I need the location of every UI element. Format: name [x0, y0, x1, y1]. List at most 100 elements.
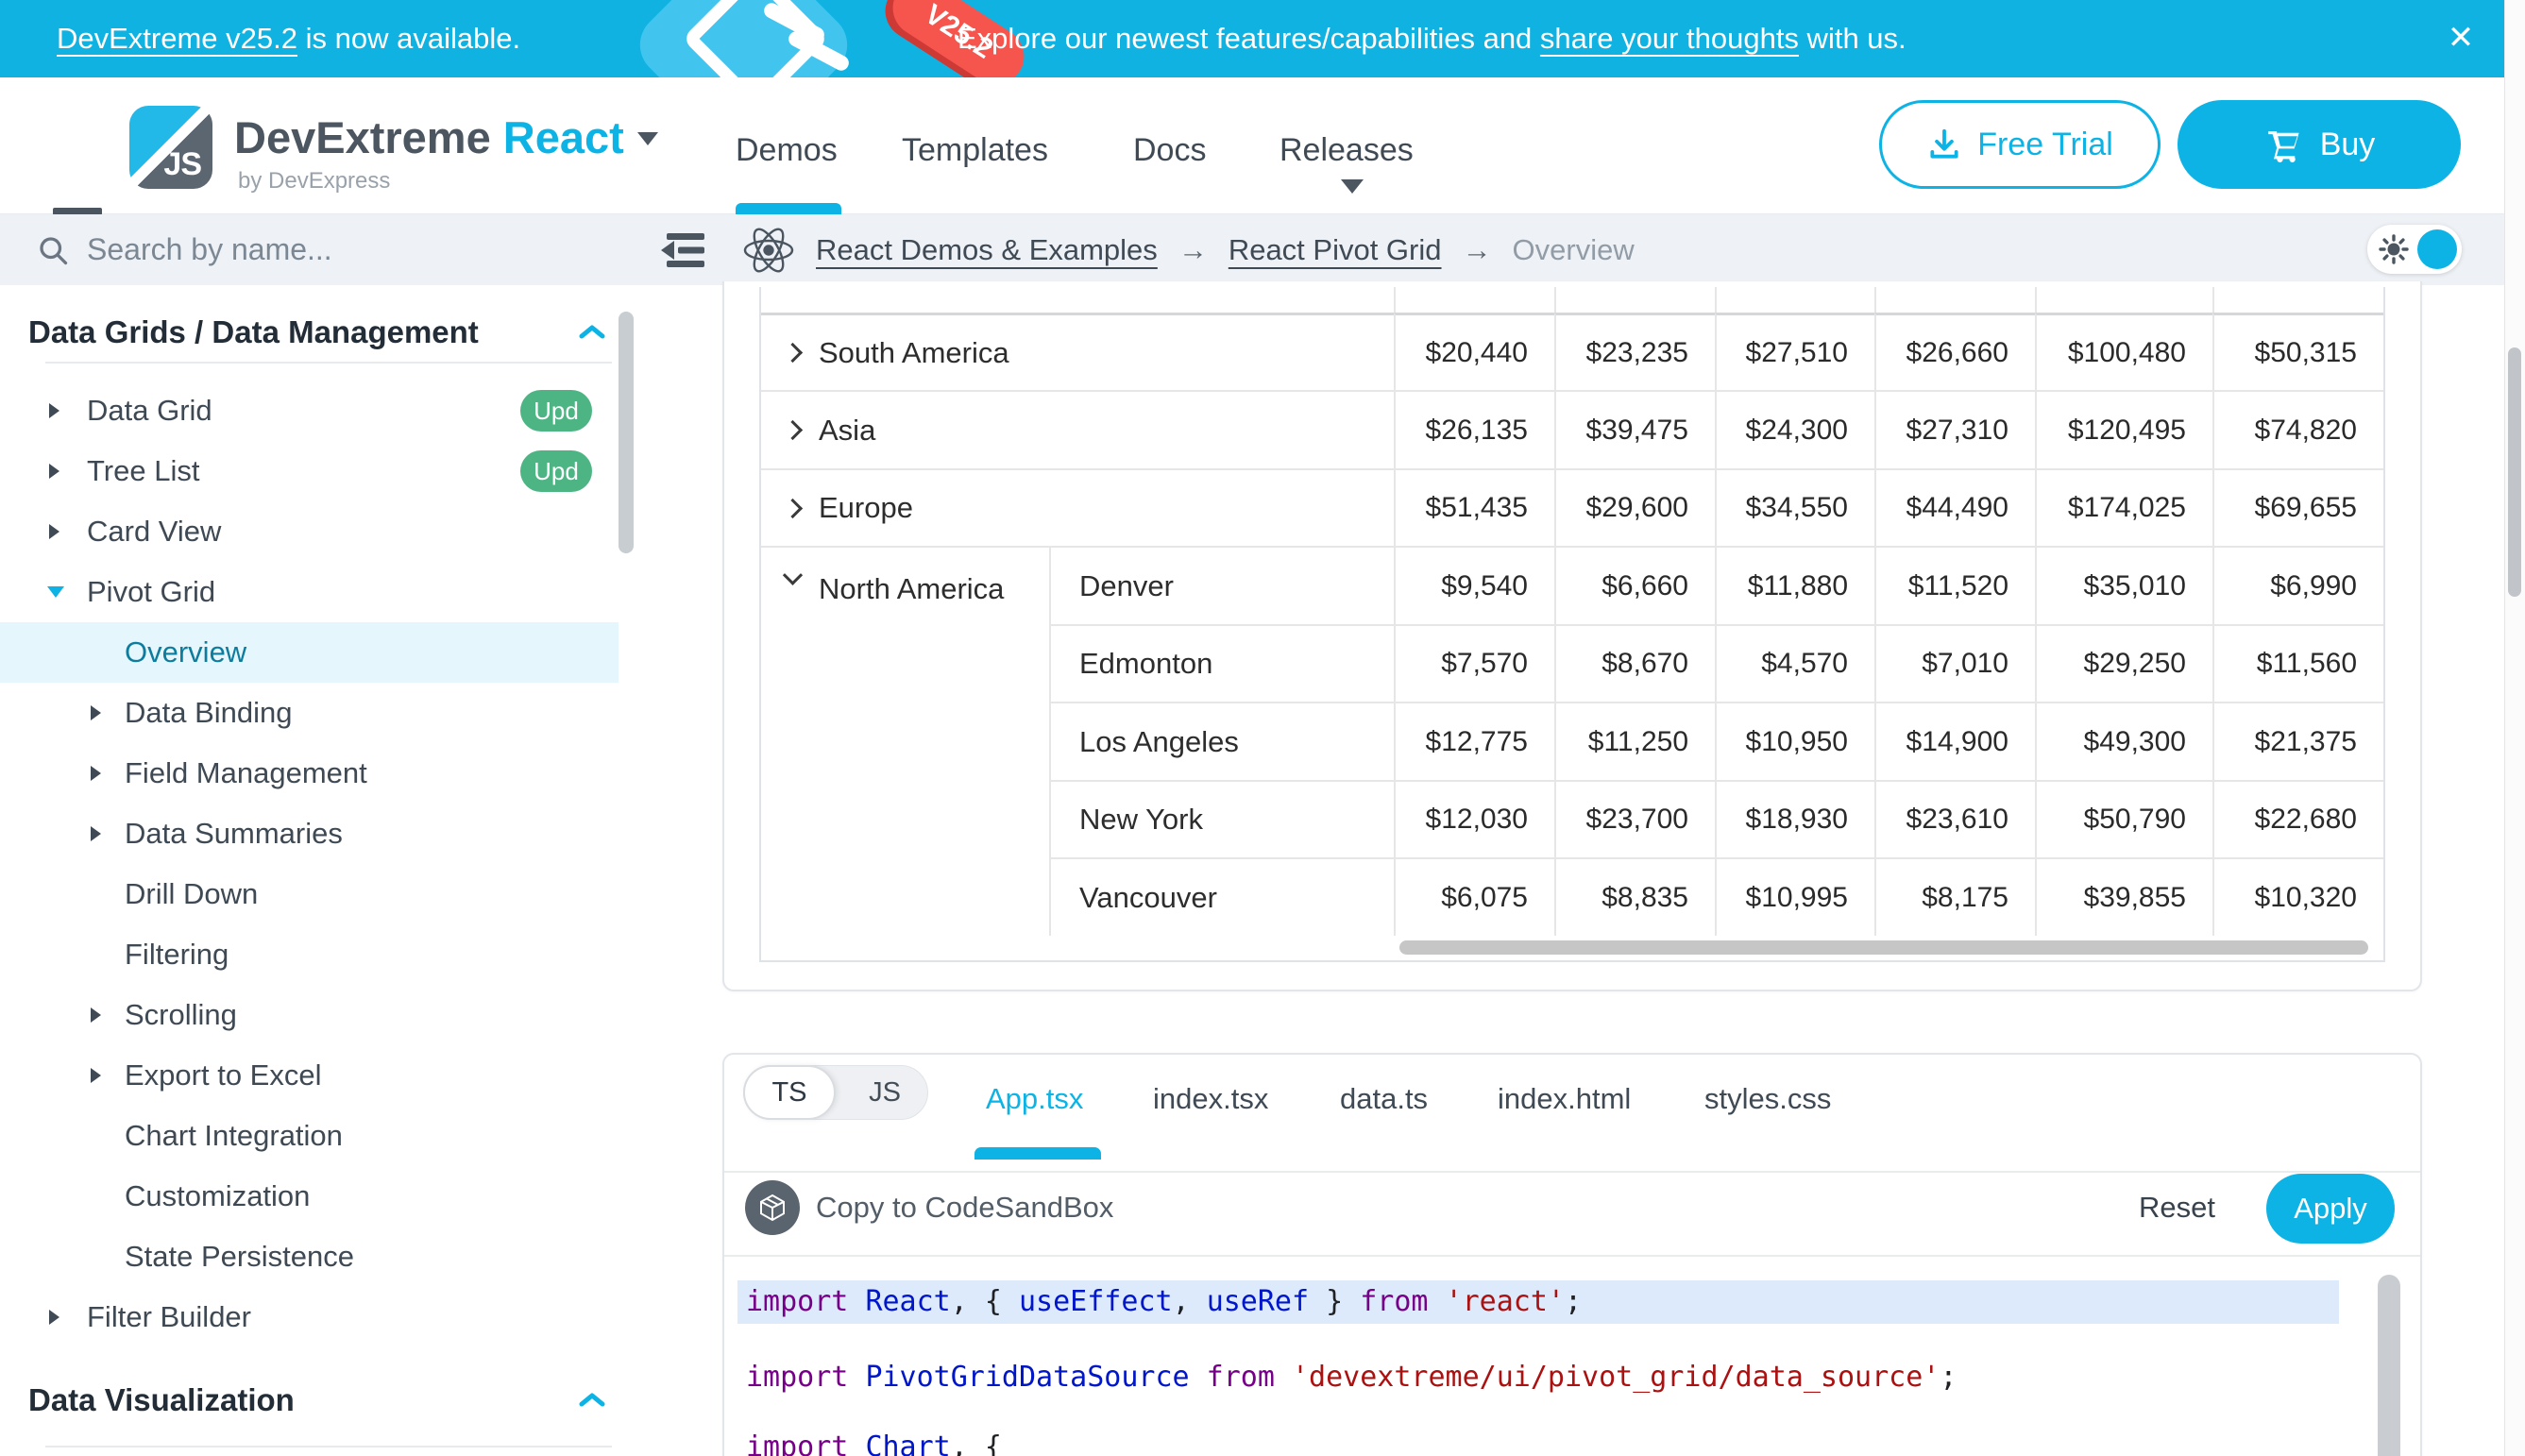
- collapse-arrow-icon[interactable]: [47, 586, 64, 598]
- sidebar-item-card-view[interactable]: Card View: [0, 501, 619, 562]
- pivot-value-cell: $11,250: [1554, 702, 1715, 780]
- expand-arrow-icon[interactable]: [49, 464, 59, 479]
- code-line: import PivotGridDataSource from 'devextr…: [746, 1356, 1957, 1399]
- theme-toggle[interactable]: [2367, 225, 2462, 274]
- sidebar-item-filtering[interactable]: Filtering: [0, 924, 619, 985]
- tab-index-html[interactable]: index.html: [1498, 1082, 1631, 1116]
- region-label: North America: [819, 572, 1004, 606]
- search-input[interactable]: Search by name...: [87, 214, 332, 285]
- sidebar-item-filter-builder[interactable]: Filter Builder: [0, 1287, 619, 1347]
- expand-arrow-icon[interactable]: [49, 1310, 59, 1325]
- expand-arrow-icon[interactable]: [91, 766, 101, 781]
- code-editor[interactable]: import React, { useEffect, useRef } from…: [724, 1257, 2377, 1456]
- page-scrollbar-thumb[interactable]: [2508, 347, 2521, 597]
- banner-left-text: DevExtreme v25.2 is now available.: [57, 0, 520, 77]
- pivot-value-cell: $100,480: [2035, 313, 2212, 390]
- banner-version-link[interactable]: DevExtreme v25.2: [57, 22, 297, 55]
- nav-docs[interactable]: Docs: [1133, 132, 1206, 169]
- pivot-hscroll-thumb[interactable]: [1399, 940, 2368, 955]
- code-token: [848, 1431, 865, 1456]
- expand-arrow-icon[interactable]: [91, 1068, 101, 1083]
- code-token: [848, 1285, 865, 1318]
- sidebar-item-export-to-excel[interactable]: Export to Excel: [0, 1045, 619, 1106]
- pivot-value-cell: $10,950: [1715, 702, 1874, 780]
- chevron-right-icon[interactable]: [783, 343, 803, 363]
- sidebar-item-label: Chart Integration: [125, 1119, 343, 1153]
- buy-button[interactable]: Buy: [2178, 100, 2461, 189]
- pivot-city-vancouver: Vancouver: [1049, 857, 1394, 936]
- sidebar-item-state-persistence[interactable]: State Persistence: [0, 1227, 619, 1287]
- sidebar-item-scrolling[interactable]: Scrolling: [0, 985, 619, 1045]
- language-toggle-ts[interactable]: TS: [743, 1065, 836, 1120]
- sidebar-section-data-visualization[interactable]: Data Visualization: [0, 1370, 619, 1431]
- sidebar-item-pivot-grid[interactable]: Pivot Grid: [0, 562, 619, 622]
- expand-arrow-icon[interactable]: [91, 705, 101, 720]
- chevron-down-icon[interactable]: [783, 566, 803, 585]
- devextreme-js-logo[interactable]: JS: [129, 106, 212, 189]
- code-token: 'devextreme/ui/pivot_grid/data_source': [1292, 1361, 1940, 1394]
- pivot-hscroll-track[interactable]: [1394, 936, 2383, 960]
- tab-index-tsx[interactable]: index.tsx: [1153, 1082, 1268, 1116]
- code-line: import React, { useEffect, useRef } from…: [737, 1280, 2339, 1324]
- free-trial-button[interactable]: Free Trial: [1879, 100, 2161, 189]
- expand-arrow-icon[interactable]: [91, 1007, 101, 1023]
- share-your-thoughts-link[interactable]: share your thoughts: [1540, 22, 1799, 55]
- sidebar-item-field-management[interactable]: Field Management: [0, 743, 619, 804]
- code-token: useRef: [1207, 1285, 1309, 1318]
- sidebar-item-label: Tree List: [87, 454, 199, 488]
- banner-close-icon[interactable]: ✕: [2432, 0, 2489, 77]
- chevron-right-icon[interactable]: [783, 420, 803, 440]
- apply-button[interactable]: Apply: [2266, 1174, 2395, 1244]
- nav-templates[interactable]: Templates: [902, 132, 1048, 169]
- pivot-value-cell: $39,855: [2035, 857, 2212, 936]
- pivot-row-europe[interactable]: Europe: [761, 468, 1394, 546]
- brand-title[interactable]: DevExtreme React: [234, 111, 658, 163]
- pivot-value-cell: $51,435: [1394, 468, 1554, 546]
- sidebar-item-data-binding[interactable]: Data Binding: [0, 683, 619, 743]
- nav-demos[interactable]: Demos: [736, 132, 838, 169]
- sidebar-scrollbar[interactable]: [619, 312, 634, 553]
- tab-app-tsx[interactable]: App.tsx: [986, 1082, 1083, 1116]
- nav-releases[interactable]: Releases: [1279, 132, 1414, 169]
- chevron-right-icon[interactable]: [783, 498, 803, 517]
- brand-byline: by DevExpress: [238, 168, 390, 195]
- pivot-row-north-america[interactable]: North America: [761, 546, 1049, 936]
- sidebar-item-drill-down[interactable]: Drill Down: [0, 864, 619, 924]
- sidebar-item-overview[interactable]: Overview: [0, 622, 619, 683]
- clipped-header-cell: [1874, 287, 2035, 313]
- active-tab-underline: [974, 1147, 1101, 1160]
- pivot-value-cell: $11,880: [1715, 546, 1874, 624]
- sidebar-item-data-summaries[interactable]: Data Summaries: [0, 804, 619, 864]
- tab-styles-css[interactable]: styles.css: [1704, 1082, 1831, 1116]
- code-token: from: [1360, 1285, 1428, 1318]
- pivot-value-cell: $8,670: [1554, 624, 1715, 702]
- expand-arrow-icon[interactable]: [49, 524, 59, 539]
- pivot-value-cell: $34,550: [1715, 468, 1874, 546]
- sidebar-section-data-grids[interactable]: Data Grids / Data Management: [0, 302, 619, 363]
- sidebar-item-customization[interactable]: Customization: [0, 1166, 619, 1227]
- pivot-value-cell: $6,660: [1554, 546, 1715, 624]
- page-scrollbar[interactable]: [2504, 0, 2525, 1456]
- reset-button[interactable]: Reset: [2139, 1171, 2215, 1244]
- expand-arrow-icon[interactable]: [91, 826, 101, 841]
- language-toggle-js[interactable]: JS: [850, 1066, 920, 1119]
- cart-icon: [2263, 125, 2303, 164]
- code-token: Chart: [865, 1431, 950, 1456]
- pivot-row-south-america[interactable]: South America: [761, 313, 1394, 390]
- language-toggle[interactable]: TS JS: [743, 1065, 928, 1120]
- pivot-row-asia[interactable]: Asia: [761, 390, 1394, 468]
- pivot-value-cell: $10,995: [1715, 857, 1874, 936]
- expand-arrow-icon[interactable]: [49, 403, 59, 418]
- collapse-sidebar-icon[interactable]: [659, 231, 706, 269]
- tab-data-ts[interactable]: data.ts: [1340, 1082, 1428, 1116]
- theme-toggle-knob[interactable]: [2417, 229, 2457, 269]
- copy-to-codesandbox-button[interactable]: Copy to CodeSandBox: [816, 1171, 1113, 1244]
- codesandbox-icon[interactable]: [745, 1180, 800, 1235]
- divider: [45, 362, 612, 364]
- breadcrumb-demos-examples[interactable]: React Demos & Examples: [816, 233, 1158, 266]
- sidebar-item-chart-integration[interactable]: Chart Integration: [0, 1106, 619, 1166]
- code-scrollbar[interactable]: [2378, 1275, 2400, 1456]
- breadcrumb-pivot-grid[interactable]: React Pivot Grid: [1229, 233, 1442, 266]
- sidebar-item-tree-list[interactable]: Tree ListUpd: [0, 441, 619, 501]
- sidebar-item-data-grid[interactable]: Data GridUpd: [0, 381, 619, 441]
